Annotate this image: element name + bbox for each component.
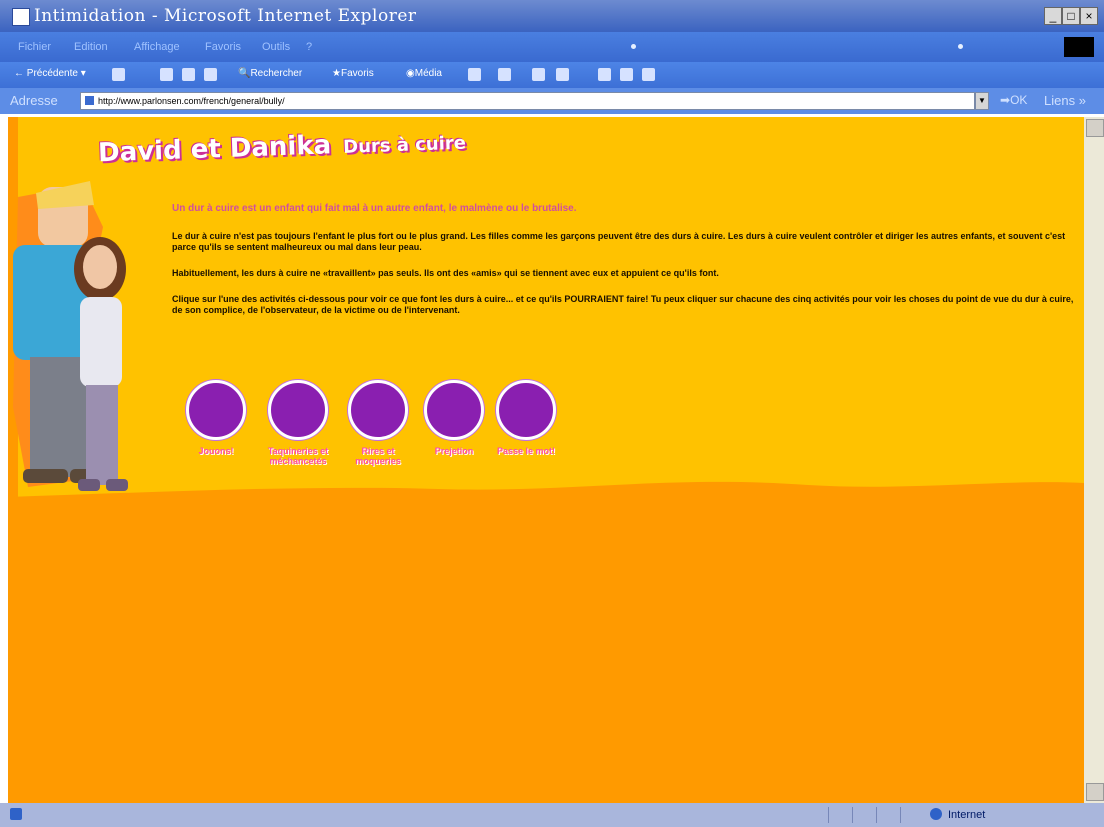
links-button[interactable]: Liens » (1044, 93, 1086, 108)
menu-file[interactable]: Fichier (18, 41, 51, 53)
activity-icon[interactable] (424, 380, 484, 440)
maximize-button[interactable]: □ (1062, 7, 1080, 25)
links-label: Liens (1044, 93, 1076, 108)
paragraph-1: Le dur à cuire n'est pas toujours l'enfa… (172, 231, 1066, 252)
forward-icon[interactable] (112, 68, 125, 81)
edit-icon[interactable] (556, 68, 569, 81)
address-bar: Adresse http://www.parlonsen.com/french/… (0, 88, 1104, 114)
search-button[interactable]: 🔍Rechercher (238, 68, 302, 79)
page-viewport: David et Danika Durs à cuire Un dur à cui… (8, 117, 1084, 803)
activity-prejetion[interactable]: Prejetion (414, 380, 494, 456)
paragraph-2: Habituellement, les durs à cuire ne «tra… (172, 268, 719, 278)
page-status-icon (10, 808, 22, 820)
scroll-down-arrow[interactable] (1086, 783, 1104, 801)
media-label: Média (414, 68, 442, 79)
decor-dot (958, 44, 963, 49)
go-button[interactable]: ➡OK (1000, 93, 1027, 107)
status-divider (828, 807, 829, 823)
globe-icon (930, 808, 942, 820)
discuss-icon[interactable] (598, 68, 611, 81)
zone-label: Internet (948, 809, 986, 821)
search-label: Rechercher (250, 68, 303, 79)
menu-favorites[interactable]: Favoris (205, 41, 241, 53)
page-content: Un dur à cuire est un enfant qui fait ma… (172, 203, 1074, 331)
back-button[interactable]: ← Précédente ▾ (14, 68, 86, 79)
scroll-up-arrow[interactable] (1086, 119, 1104, 137)
activity-rires[interactable]: Rires et moqueries (338, 380, 418, 466)
close-button[interactable]: × (1080, 7, 1098, 25)
activity-icon[interactable] (268, 380, 328, 440)
activity-label[interactable]: Passe le mot! (486, 446, 566, 456)
window-titlebar: Intimidation - Microsoft Internet Explor… (0, 0, 1104, 32)
address-url: http://www.parlonsen.com/french/general/… (98, 96, 285, 106)
activity-taquineries[interactable]: Taquineries et méchancetés (258, 380, 338, 466)
intro-text: Un dur à cuire est un enfant qui fait ma… (172, 203, 577, 214)
menu-edit[interactable]: Edition (74, 41, 108, 53)
paragraph-3: Clique sur l'une des activités ci-dessou… (172, 294, 1074, 315)
favorites-button[interactable]: ★Favoris (332, 68, 374, 79)
window-title: Intimidation - Microsoft Internet Explor… (34, 6, 417, 26)
decor-dot (631, 44, 636, 49)
activity-label[interactable]: Jouons! (176, 446, 256, 456)
menu-tools[interactable]: Outils (262, 41, 290, 53)
activity-passe-le-mot[interactable]: Passe le mot! (486, 380, 566, 456)
activity-jouons[interactable]: Jouons! (176, 380, 256, 456)
status-divider (852, 807, 853, 823)
page-icon (85, 96, 94, 105)
status-divider (900, 807, 901, 823)
status-divider (876, 807, 877, 823)
address-dropdown-button[interactable]: ▼ (975, 92, 989, 110)
stop-icon[interactable] (160, 68, 173, 81)
activity-label[interactable]: Prejetion (414, 446, 494, 456)
standard-toolbar: ← Précédente ▾ 🔍Rechercher ★Favoris ◉Méd… (0, 62, 1104, 88)
activity-label[interactable]: Taquineries et méchancetés (258, 446, 338, 466)
status-bar: Internet (0, 803, 1104, 827)
research-icon[interactable] (642, 68, 655, 81)
back-label: Précédente (26, 68, 78, 79)
favorites-label: Favoris (340, 68, 374, 79)
david-and-danika-illustration (13, 181, 128, 491)
activity-icon[interactable] (186, 380, 246, 440)
address-input[interactable]: http://www.parlonsen.com/french/general/… (80, 92, 975, 110)
history-icon[interactable] (468, 68, 481, 81)
security-zone: Internet (930, 808, 985, 821)
windows-logo-throbber (1064, 37, 1094, 57)
menu-bar: Fichier Edition Affichage Favoris Outils… (0, 32, 1104, 62)
print-icon[interactable] (532, 68, 545, 81)
home-icon[interactable] (204, 68, 217, 81)
activity-icon[interactable] (496, 380, 556, 440)
refresh-icon[interactable] (182, 68, 195, 81)
heading-sub: Durs à cuire (342, 132, 467, 158)
minimize-button[interactable]: _ (1044, 7, 1062, 25)
ie-app-icon (12, 8, 30, 26)
messenger-icon[interactable] (620, 68, 633, 81)
activity-list: Jouons! Taquineries et méchancetés Rires… (176, 380, 576, 480)
mail-icon[interactable] (498, 68, 511, 81)
go-label: OK (1010, 93, 1028, 107)
activity-label[interactable]: Rires et moqueries (338, 446, 418, 466)
vertical-scrollbar[interactable] (1084, 117, 1104, 803)
menu-view[interactable]: Affichage (134, 41, 180, 53)
address-label: Adresse (10, 93, 58, 108)
media-button[interactable]: ◉Média (406, 68, 442, 79)
activity-icon[interactable] (348, 380, 408, 440)
menu-help[interactable]: ? (306, 41, 312, 53)
